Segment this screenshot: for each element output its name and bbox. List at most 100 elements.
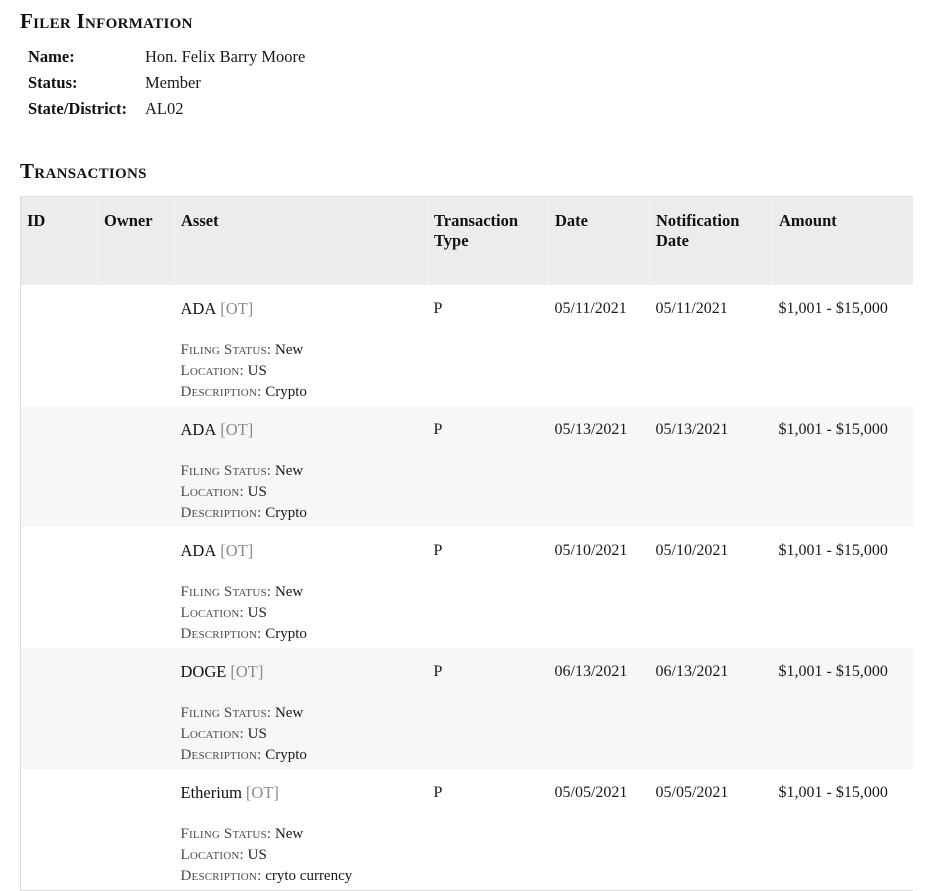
cell-notification-date: 06/13/2021 [649, 648, 773, 769]
asset-filing-status-line: Filing Status: New [181, 703, 422, 724]
disclosure-document-page: Filer Information Name: Hon. Felix Barry… [0, 0, 939, 891]
cell-id [21, 527, 98, 648]
cell-date: 05/11/2021 [548, 285, 650, 406]
asset-name: ADA [180, 420, 217, 439]
cell-id [21, 648, 98, 769]
asset-filing-status-label: Filing Status: [180, 705, 272, 721]
asset-location-value: US [247, 726, 267, 742]
asset-description-label: Description: [180, 747, 262, 763]
filer-information-heading: Filer Information [20, 9, 193, 33]
asset-name: ADA [180, 299, 217, 318]
asset-filing-status-line: Filing Status: New [181, 824, 422, 845]
transactions-header-row: ID Owner Asset Transaction Type Date Not… [21, 197, 913, 285]
asset-description-line: Description: Crypto [181, 624, 422, 645]
filer-field-state-district: State/District: AL02 [28, 98, 305, 124]
cell-transaction-type: P [427, 527, 549, 648]
asset-owner-tag: [OT] [230, 662, 264, 681]
asset-metadata: Filing Status: New Location: US Descriptio… [181, 461, 422, 524]
column-header-amount[interactable]: Amount [772, 197, 913, 285]
asset-description-value: Crypto [265, 384, 307, 400]
asset-description-line: Description: Crypto [181, 745, 422, 766]
transactions-table-container: ID Owner Asset Transaction Type Date Not… [20, 196, 913, 891]
asset-location-value: US [247, 484, 267, 500]
asset-location-label: Location: [180, 847, 244, 863]
asset-owner-tag: [OT] [220, 541, 254, 560]
cell-asset: ADA [OT] Filing Status: New Location: US De… [174, 285, 428, 406]
filer-state-district-label: State/District: [28, 99, 127, 118]
asset-description-label: Description: [180, 384, 262, 400]
asset-name: DOGE [180, 662, 227, 681]
cell-asset: ADA [OT] Filing Status: New Location: US De… [174, 406, 428, 527]
cell-asset: DOGE [OT] Filing Status: New Location: US D… [174, 648, 428, 769]
cell-id [21, 406, 98, 527]
cell-owner [97, 527, 175, 648]
filer-field-name: Name: Hon. Felix Barry Moore [28, 46, 305, 72]
asset-description-value: cryto currency [265, 868, 353, 884]
cell-notification-date: 05/10/2021 [649, 527, 773, 648]
asset-filing-status-line: Filing Status: New [181, 340, 422, 361]
cell-id [21, 285, 98, 406]
cell-transaction-type: P [427, 769, 549, 890]
asset-description-label: Description: [180, 505, 262, 521]
asset-filing-status-value: New [274, 463, 304, 479]
asset-location-value: US [247, 847, 267, 863]
asset-location-label: Location: [180, 363, 244, 379]
asset-location-label: Location: [180, 605, 244, 621]
asset-filing-status-value: New [274, 342, 304, 358]
table-row: ADA [OT] Filing Status: New Location: US De… [21, 285, 913, 406]
asset-filing-status-value: New [274, 705, 304, 721]
asset-filing-status-label: Filing Status: [180, 342, 272, 358]
asset-filing-status-label: Filing Status: [180, 463, 272, 479]
filer-name-label: Name: [28, 47, 75, 66]
column-header-date[interactable]: Date [548, 197, 650, 285]
cell-amount: $1,001 - $15,000 [772, 769, 913, 890]
asset-filing-status-label: Filing Status: [180, 584, 272, 600]
column-header-transaction-type[interactable]: Transaction Type [427, 197, 549, 285]
cell-transaction-type: P [427, 285, 549, 406]
cell-owner [97, 406, 175, 527]
cell-date: 05/05/2021 [548, 769, 650, 890]
column-header-id[interactable]: ID [21, 197, 98, 285]
asset-description-value: Crypto [265, 626, 307, 642]
table-row: ADA [OT] Filing Status: New Location: US De… [21, 406, 913, 527]
cell-asset: Etherium [OT] Filing Status: New Location:… [174, 769, 428, 890]
asset-description-value: Crypto [265, 747, 307, 763]
asset-location-line: Location: US [181, 724, 422, 745]
asset-filing-status-label: Filing Status: [180, 826, 272, 842]
cell-notification-date: 05/05/2021 [649, 769, 773, 890]
cell-owner [97, 285, 175, 406]
cell-id [21, 769, 98, 890]
asset-filing-status-value: New [274, 584, 304, 600]
column-header-asset[interactable]: Asset [174, 197, 428, 285]
asset-owner-tag: [OT] [220, 420, 254, 439]
asset-name: ADA [180, 541, 217, 560]
cell-notification-date: 05/11/2021 [649, 285, 773, 406]
column-header-notification-date[interactable]: Notification Date [649, 197, 773, 285]
asset-description-line: Description: Crypto [181, 503, 422, 524]
asset-location-line: Location: US [181, 482, 422, 503]
asset-description-label: Description: [180, 868, 262, 884]
asset-filing-status-value: New [274, 826, 304, 842]
asset-description-line: Description: cryto currency [181, 866, 422, 887]
asset-filing-status-line: Filing Status: New [181, 582, 422, 603]
transactions-table-body: ADA [OT] Filing Status: New Location: US De… [21, 285, 913, 890]
cell-date: 05/10/2021 [548, 527, 650, 648]
cell-owner [97, 648, 175, 769]
cell-owner [97, 769, 175, 890]
cell-amount: $1,001 - $15,000 [772, 285, 913, 406]
asset-location-label: Location: [180, 484, 244, 500]
cell-date: 06/13/2021 [548, 648, 650, 769]
cell-notification-date: 05/13/2021 [649, 406, 773, 527]
asset-description-label: Description: [180, 626, 262, 642]
filer-status-label: Status: [28, 73, 78, 92]
filer-information-table: Name: Hon. Felix Barry Moore Status: Mem… [28, 46, 305, 124]
asset-owner-tag: [OT] [220, 299, 254, 318]
filer-name-value: Hon. Felix Barry Moore [144, 47, 306, 66]
asset-location-line: Location: US [181, 361, 422, 382]
table-row: Etherium [OT] Filing Status: New Location:… [21, 769, 913, 890]
filer-field-status: Status: Member [28, 72, 305, 98]
asset-description-line: Description: Crypto [181, 382, 422, 403]
filer-information-body: Name: Hon. Felix Barry Moore Status: Mem… [28, 46, 305, 124]
asset-location-label: Location: [180, 726, 244, 742]
column-header-owner[interactable]: Owner [97, 197, 175, 285]
